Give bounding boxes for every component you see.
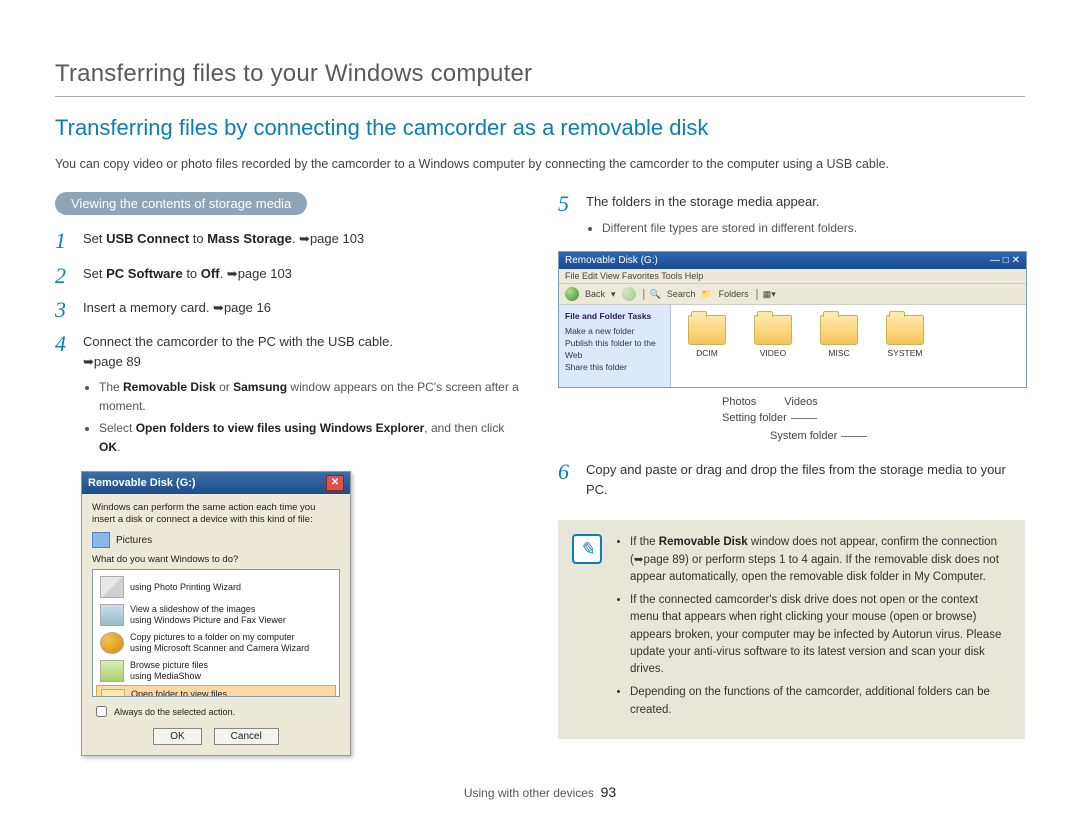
folder-dcim[interactable]: DCIM — [677, 315, 737, 358]
folder-icon — [101, 689, 125, 697]
folder-icon — [886, 315, 924, 345]
folder-icon — [688, 315, 726, 345]
dialog-option-list[interactable]: using Photo Printing Wizard View a slide… — [92, 569, 340, 697]
autoplay-dialog: Removable Disk (G:) ✕ Windows can perfor… — [81, 471, 351, 757]
checkbox-input[interactable] — [96, 706, 107, 717]
callout-labels: Photos Videos — [722, 396, 1025, 408]
note-item-2: If the connected camcorder's disk drive … — [630, 592, 1009, 678]
explorer-side-panel: File and Folder Tasks Make a new folder … — [559, 305, 671, 387]
step-5-note: Different file types are stored in diffe… — [602, 219, 1025, 238]
step-number: 6 — [558, 460, 576, 484]
note-box: ✎ If the Removable Disk window does not … — [558, 520, 1025, 739]
callout-setting: Setting folder — [722, 412, 1025, 424]
explorer-window: Removable Disk (G:) — □ ✕ File Edit View… — [558, 251, 1027, 388]
title-rule — [55, 96, 1025, 97]
note-item-1: If the Removable Disk window does not ap… — [630, 534, 1009, 586]
folder-video[interactable]: VIDEO — [743, 315, 803, 358]
dialog-option[interactable]: using Photo Printing Wizard — [96, 573, 336, 601]
note-icon: ✎ — [572, 534, 602, 564]
pictures-icon — [92, 532, 110, 548]
ok-button[interactable]: OK — [153, 728, 201, 745]
dialog-option[interactable]: Copy pictures to a folder on my computer… — [96, 629, 336, 657]
page-title: Transferring files to your Windows compu… — [55, 60, 1025, 88]
folder-misc[interactable]: MISC — [809, 315, 869, 358]
folder-system[interactable]: SYSTEM — [875, 315, 935, 358]
step-number: 4 — [55, 332, 73, 356]
step-2: 2 Set PC Software to Off. ➥page 103 — [55, 264, 522, 288]
side-link[interactable]: Publish this folder to the Web — [565, 338, 664, 362]
step-number: 1 — [55, 229, 73, 253]
side-link[interactable]: Make a new folder — [565, 326, 664, 338]
dialog-option-selected[interactable]: Open folder to view filesusing Windows E… — [96, 685, 336, 697]
close-icon[interactable]: ✕ — [326, 475, 344, 491]
dialog-title-text: Removable Disk (G:) — [88, 477, 196, 489]
page-footer: Using with other devices 93 — [55, 784, 1025, 800]
step-4-note-1: The Removable Disk or Samsung window app… — [99, 378, 522, 415]
intro-paragraph: You can copy video or photo files record… — [55, 155, 1025, 174]
step-5: 5 The folders in the storage media appea… — [558, 192, 1025, 241]
explorer-folder-pane[interactable]: DCIM VIDEO MISC SYSTEM — [671, 305, 1026, 387]
note-item-3: Depending on the functions of the camcor… — [630, 684, 1009, 719]
explorer-menubar[interactable]: File Edit View Favorites Tools Help — [559, 269, 1026, 284]
section-heading: Transferring files by connecting the cam… — [55, 115, 1025, 141]
folder-icon — [754, 315, 792, 345]
side-link[interactable]: Share this folder — [565, 362, 664, 374]
step-number: 2 — [55, 264, 73, 288]
cancel-button[interactable]: Cancel — [214, 728, 279, 745]
scanner-wizard-icon — [100, 632, 124, 654]
step-4: 4 Connect the camcorder to the PC with t… — [55, 332, 522, 461]
dialog-question: What do you want Windows to do? — [92, 554, 340, 565]
dialog-intro: Windows can perform the same action each… — [92, 502, 340, 527]
step-6: 6 Copy and paste or drag and drop the fi… — [558, 460, 1025, 500]
explorer-titlebar: Removable Disk (G:) — □ ✕ — [559, 252, 1026, 269]
dialog-option[interactable]: View a slideshow of the imagesusing Wind… — [96, 601, 336, 629]
dialog-option[interactable]: Browse picture filesusing MediaShow — [96, 657, 336, 685]
subsection-pill: Viewing the contents of storage media — [55, 192, 307, 215]
always-action-checkbox[interactable]: Always do the selected action. — [92, 703, 340, 720]
slideshow-icon — [100, 604, 124, 626]
folder-icon — [820, 315, 858, 345]
step-4-note-2: Select Open folders to view files using … — [99, 419, 522, 456]
explorer-toolbar[interactable]: Back ▾ │ 🔍Search 📁Folders │ ▦▾ — [559, 284, 1026, 305]
dialog-titlebar: Removable Disk (G:) ✕ — [82, 472, 350, 494]
step-1: 1 Set USB Connect to Mass Storage. ➥page… — [55, 229, 522, 253]
step-3: 3 Insert a memory card. ➥page 16 — [55, 298, 522, 322]
mediashow-icon — [100, 660, 124, 682]
step-number: 5 — [558, 192, 576, 216]
print-wizard-icon — [100, 576, 124, 598]
pictures-label: Pictures — [116, 535, 152, 546]
window-controls-icon[interactable]: — □ ✕ — [990, 255, 1020, 266]
forward-icon[interactable] — [622, 287, 636, 301]
callout-system: System folder — [770, 430, 1025, 442]
step-number: 3 — [55, 298, 73, 322]
back-icon[interactable] — [565, 287, 579, 301]
